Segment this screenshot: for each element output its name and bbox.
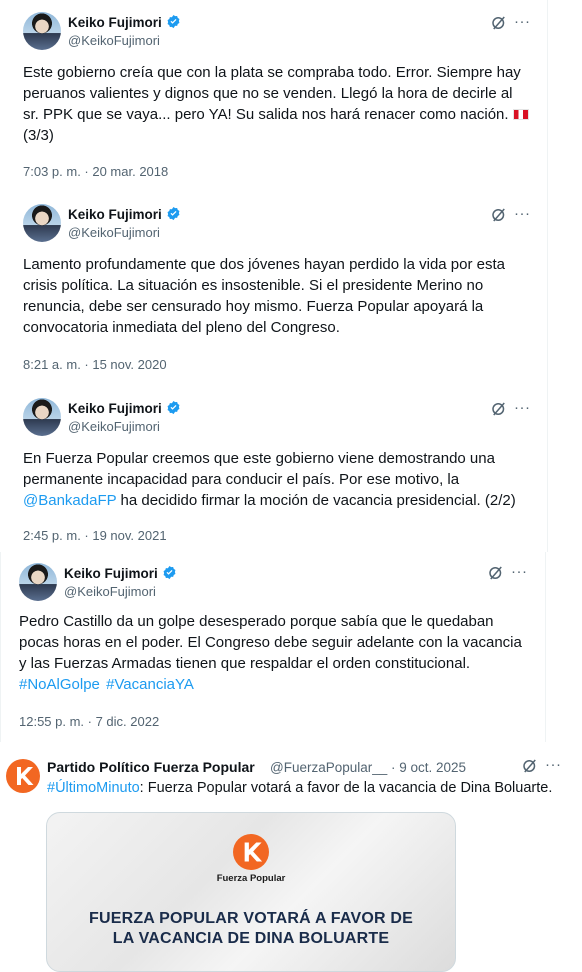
author-name[interactable]: Keiko Fujimori — [64, 565, 177, 581]
avatar[interactable] — [23, 398, 61, 436]
tweet-text: En Fuerza Popular creemos que este gobie… — [23, 450, 516, 509]
author-handle[interactable]: @KeikoFujimori — [68, 33, 160, 48]
grok-icon[interactable] — [490, 206, 508, 224]
author-name[interactable]: Keiko Fujimori — [68, 206, 181, 222]
peru-flag-icon — [512, 109, 529, 120]
verified-badge-icon — [167, 14, 180, 29]
avatar[interactable] — [19, 563, 57, 601]
fp-author-handle-date[interactable]: @FuerzaPopular__ · 9 oct. 2025 — [270, 760, 466, 775]
tweet-card[interactable]: Keiko Fujimori @KeikoFujimori ··· Pedro … — [0, 552, 546, 742]
more-options-icon[interactable]: ··· — [514, 14, 531, 29]
hashtag-link[interactable]: #VacanciaYA — [106, 676, 194, 693]
author-handle[interactable]: @KeikoFujimori — [68, 225, 160, 240]
card-brand-name: Fuerza Popular — [216, 873, 286, 884]
verified-badge-icon — [167, 400, 180, 415]
tweet-timestamp[interactable]: 12:55 p. m. · 7 dic. 2022 — [19, 714, 159, 729]
grok-icon[interactable] — [521, 757, 539, 775]
tweet-timestamp[interactable]: 2:45 p. m. · 19 nov. 2021 — [23, 528, 167, 543]
tweet-text: Este gobierno creía que con la plata se … — [23, 62, 543, 146]
more-options-icon[interactable]: ··· — [514, 400, 531, 415]
fp-author-name[interactable]: Partido Político Fuerza Popular — [47, 759, 255, 775]
more-options-icon[interactable]: ··· — [511, 564, 528, 579]
verified-badge-icon — [163, 565, 176, 580]
tweet-timestamp[interactable]: 7:03 p. m. · 20 mar. 2018 — [23, 164, 168, 179]
hashtag-link[interactable]: #ÚltimoMinuto — [47, 780, 140, 796]
tweet-text: Lamento profundamente que dos jóvenes ha… — [23, 256, 505, 336]
author-handle[interactable]: @KeikoFujimori — [64, 584, 156, 599]
tweet-text: Pedro Castillo da un golpe desesperado p… — [19, 613, 522, 693]
avatar[interactable] — [23, 12, 61, 50]
tweet-card[interactable]: Keiko Fujimori @KeikoFujimori ··· En Fue… — [0, 386, 548, 552]
fuerza-popular-k-logo-icon — [244, 842, 263, 862]
more-options-icon[interactable]: ··· — [545, 757, 562, 772]
fp-post-text: #ÚltimoMinuto: Fuerza Popular votará a f… — [47, 780, 553, 796]
fuerza-popular-avatar[interactable] — [6, 759, 40, 793]
author-name[interactable]: Keiko Fujimori — [68, 400, 181, 416]
hashtag-link[interactable]: #NoAlGolpe — [19, 676, 100, 693]
avatar[interactable] — [23, 204, 61, 242]
more-options-icon[interactable]: ··· — [514, 206, 531, 221]
verified-badge-icon — [167, 206, 180, 221]
author-name[interactable]: Keiko Fujimori — [68, 14, 181, 30]
tweet-timestamp[interactable]: 8:21 a. m. · 15 nov. 2020 — [23, 357, 167, 372]
tweet-card[interactable]: Keiko Fujimori @KeikoFujimori ··· Este g… — [0, 0, 548, 192]
grok-icon[interactable] — [487, 564, 505, 582]
fp-post[interactable]: Partido Político Fuerza Popular @FuerzaP… — [0, 742, 582, 972]
tweet-card[interactable]: Keiko Fujimori @KeikoFujimori ··· Lament… — [0, 192, 548, 386]
grok-icon[interactable] — [490, 14, 508, 32]
grok-icon[interactable] — [490, 400, 508, 418]
mention-link[interactable]: @BankadaFP — [23, 492, 116, 509]
media-card[interactable]: Fuerza Popular FUERZA POPULAR VOTARÁ A F… — [46, 812, 456, 972]
card-headline: FUERZA POPULAR VOTARÁ A FAVOR DE LA VACA… — [88, 910, 414, 947]
fuerza-popular-k-logo-icon — [17, 767, 34, 785]
author-handle[interactable]: @KeikoFujimori — [68, 419, 160, 434]
fuerza-popular-card-logo — [233, 834, 269, 870]
